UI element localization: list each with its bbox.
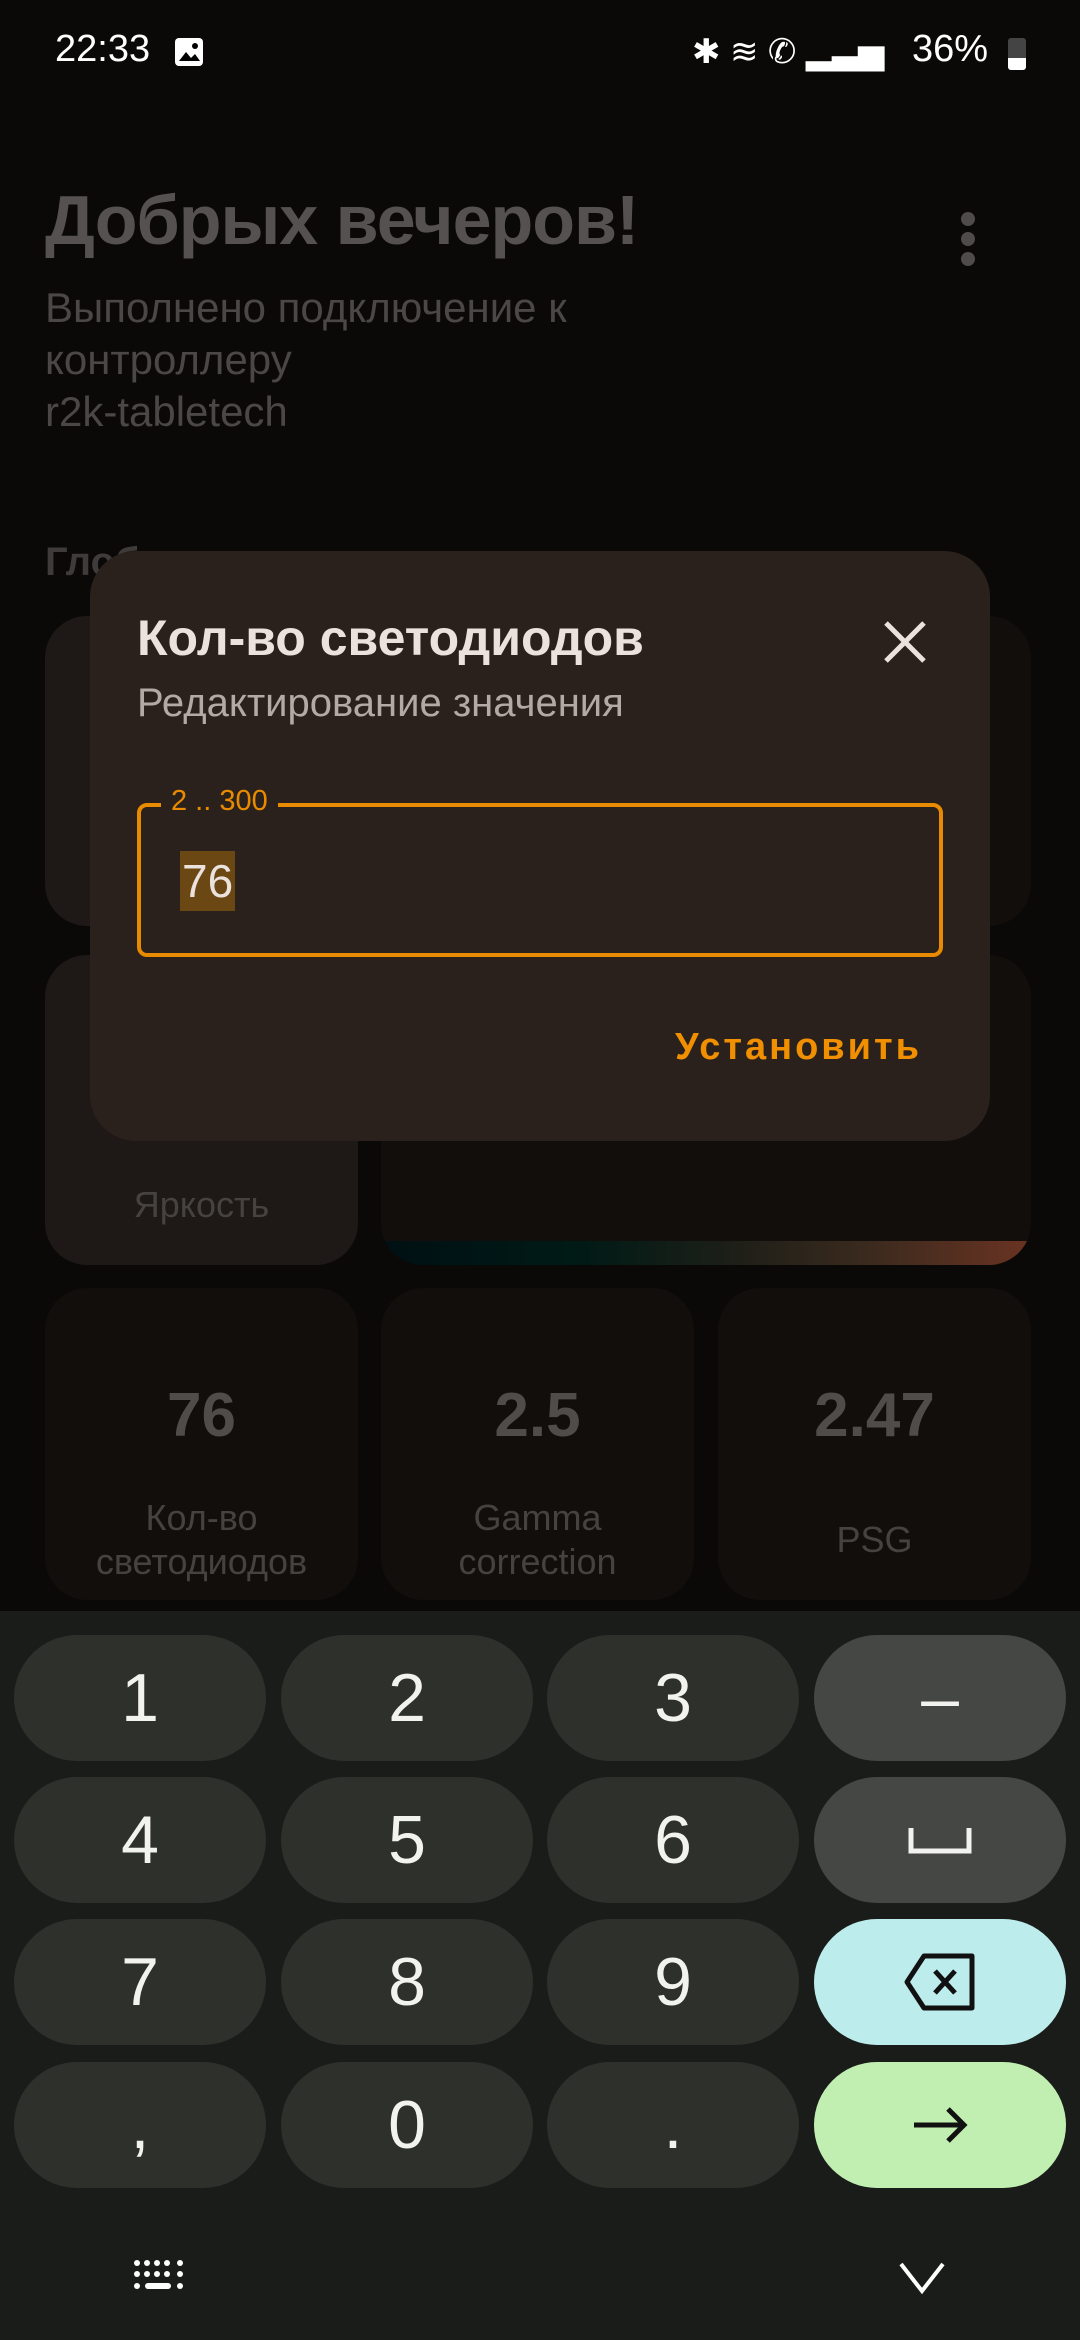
more-menu-icon[interactable] [958,212,978,272]
card-label: Кол-во [145,1497,258,1538]
key-1[interactable]: 1 [14,1635,266,1761]
dialog-subtitle: Редактирование значения [137,681,624,725]
controller-name: r2k-tabletech [45,388,288,435]
status-icons: ✱ ≋ ✆ ▂▃▅ [692,32,884,72]
key-3[interactable]: 3 [547,1635,799,1761]
psg-card[interactable]: 2.47 PSG [718,1288,1031,1600]
key-8[interactable]: 8 [281,1919,533,2045]
card-label: PSG [836,1519,913,1560]
backspace-icon [904,1953,975,2011]
numeric-keyboard: 1 2 3 – 4 5 6 7 8 9 , 0 . [0,1611,1080,2340]
key-9[interactable]: 9 [547,1919,799,2045]
key-space[interactable] [814,1777,1066,1903]
arrow-right-icon [914,2107,968,2143]
gamma-card[interactable]: 2.5 Gamma correction [381,1288,694,1600]
gallery-notification-icon [175,38,203,66]
set-button[interactable]: Установить [675,1026,922,1069]
value-input[interactable]: 2 .. 300 76 [137,785,943,957]
battery-percent: 36% [912,28,989,70]
key-4[interactable]: 4 [14,1777,266,1903]
hide-keyboard-icon[interactable] [898,2261,946,2295]
key-5[interactable]: 5 [281,1777,533,1903]
close-icon[interactable] [880,617,930,667]
battery-icon [1008,38,1026,70]
key-period[interactable]: . [547,2062,799,2188]
subtitle-line: Выполнено подключение к [45,284,567,331]
key-2[interactable]: 2 [281,1635,533,1761]
space-icon [908,1828,972,1854]
page-title: Добрых вечеров! [45,181,639,259]
card-value: 2.5 [494,1381,581,1450]
card-label: Яркость [133,1184,270,1225]
dialog-title: Кол-во светодиодов [137,610,644,666]
keyboard-switch-icon[interactable] [133,2259,185,2295]
card-label: светодиодов [95,1541,308,1582]
key-7[interactable]: 7 [14,1919,266,2045]
card-value: 76 [167,1381,236,1450]
wifi-icon: ≋ [729,33,759,71]
key-comma[interactable]: , [14,2062,266,2188]
key-0[interactable]: 0 [281,2062,533,2188]
key-minus[interactable]: – [814,1635,1066,1761]
key-6[interactable]: 6 [547,1777,799,1903]
led-count-card[interactable]: 76 Кол-во светодиодов [45,1288,358,1600]
signal-icon: ▂▃▅ [805,33,885,71]
color-gradient-bar [381,1241,1031,1265]
input-value[interactable]: 76 [180,851,236,911]
key-backspace[interactable] [814,1919,1066,2045]
card-label: Gamma [473,1497,602,1538]
edit-value-dialog: Кол-во светодиодов Редактирование значен… [90,551,990,1141]
status-time: 22:33 [55,28,151,70]
key-enter[interactable] [814,2062,1066,2188]
card-value: 2.47 [814,1381,935,1450]
bluetooth-icon: ✱ [692,33,721,71]
wifi-call-icon: ✆ [767,33,797,71]
input-range-label: 2 .. 300 [161,785,278,818]
card-label: correction [458,1541,617,1582]
subtitle-line: контроллеру [45,336,292,383]
